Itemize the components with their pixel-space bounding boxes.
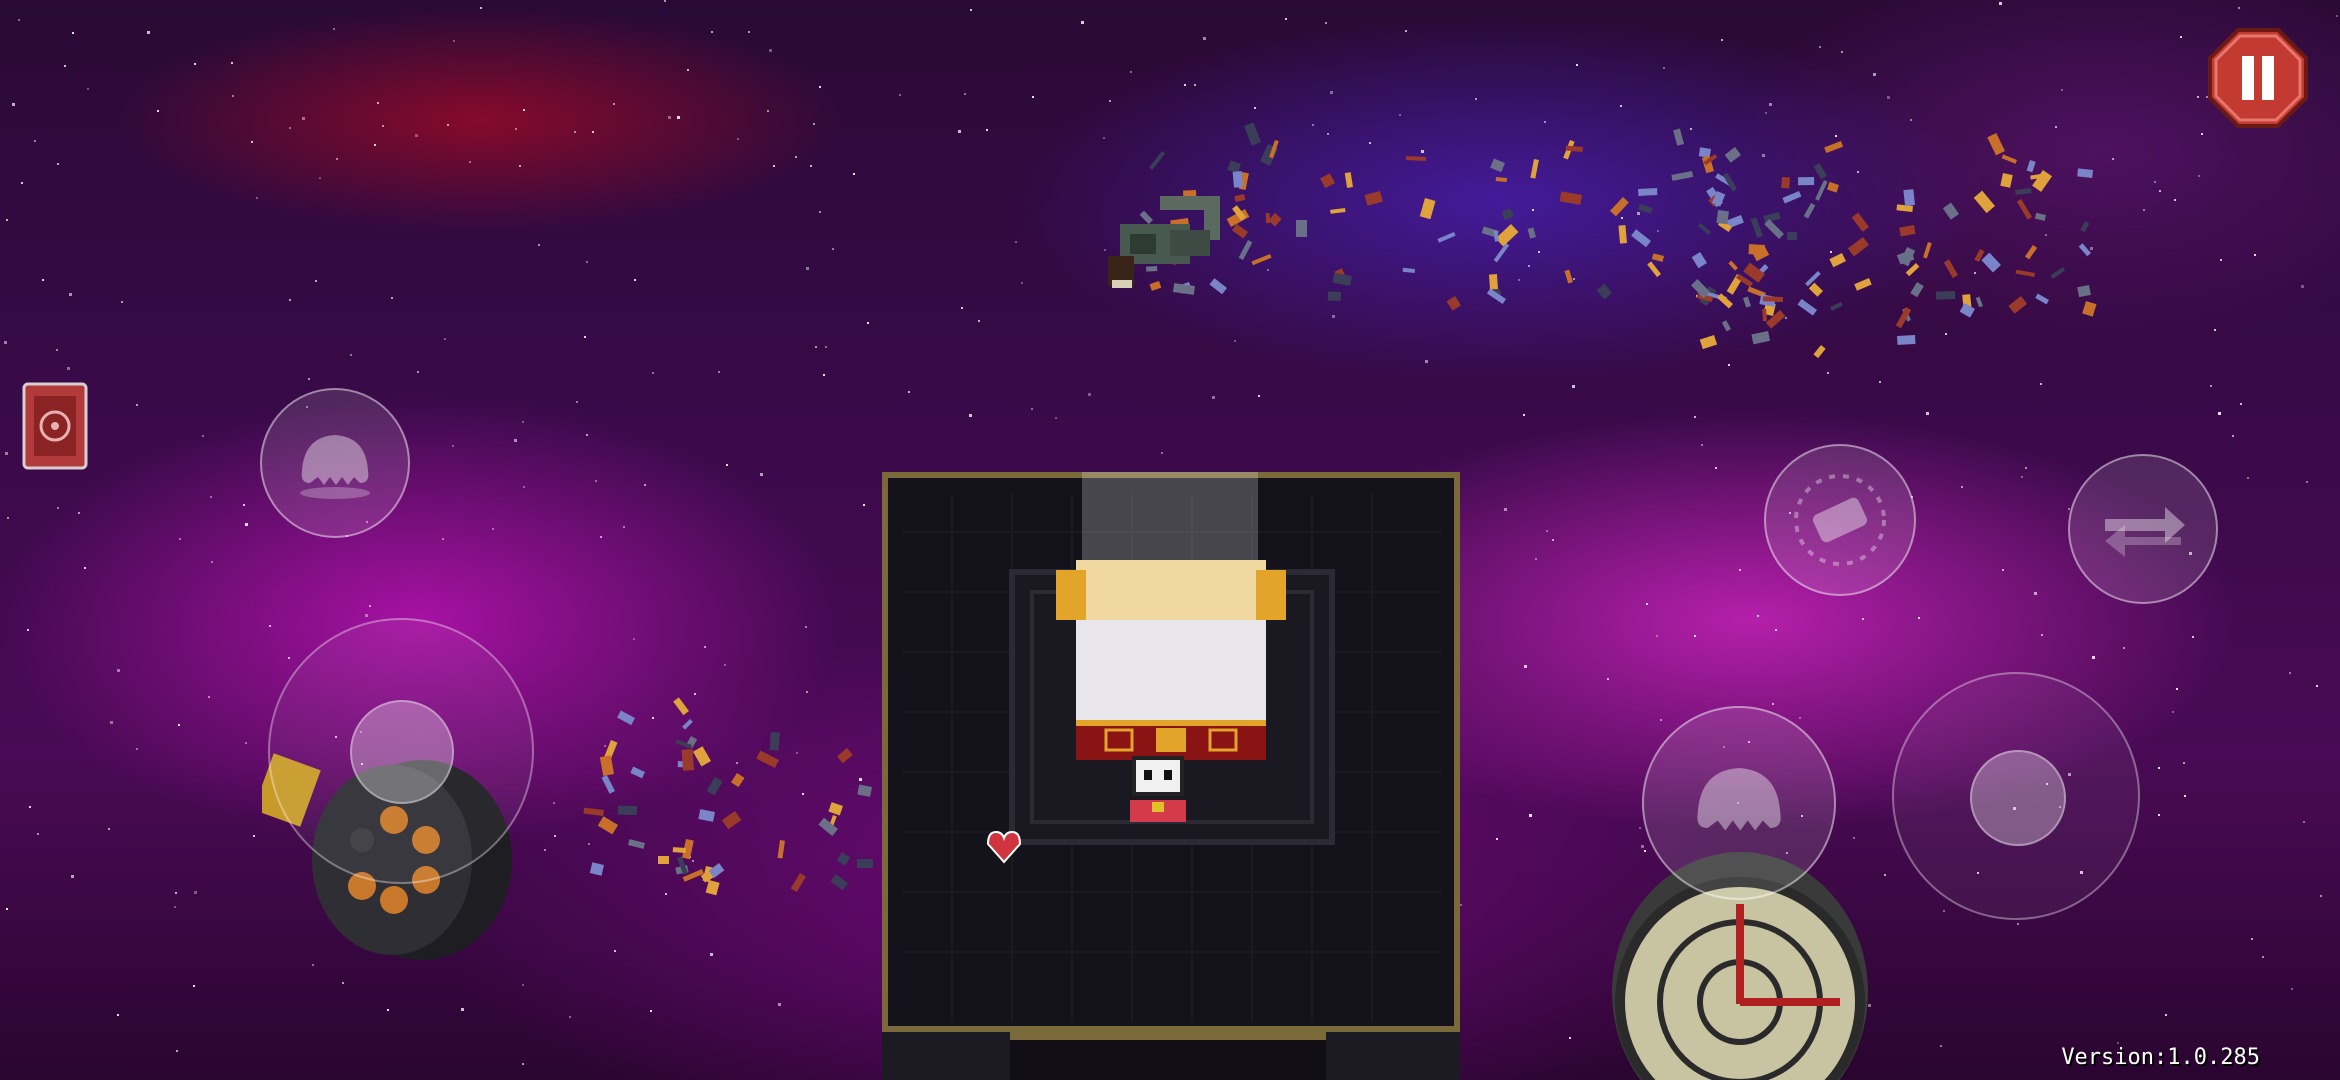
- move-joystick[interactable]: [268, 618, 534, 884]
- swap-weapon-icon: [2105, 507, 2185, 557]
- reload-gun-icon: [1794, 474, 1886, 566]
- floating-gun-sprite: [1108, 196, 1220, 288]
- version-label: Version:1.0.285: [2061, 1045, 2260, 1070]
- player-character: [1130, 756, 1186, 822]
- aim-joystick-knob[interactable]: [1970, 750, 2066, 846]
- use-item-button[interactable]: [1642, 706, 1836, 900]
- pause-button[interactable]: [2208, 28, 2308, 128]
- ghost-blank-icon: [1697, 768, 1781, 831]
- swap-weapon-button[interactable]: [2068, 454, 2218, 604]
- open-treasure-chest[interactable]: [1046, 550, 1296, 770]
- book-item-icon[interactable]: [22, 382, 88, 470]
- heart-pickup[interactable]: [986, 830, 1022, 864]
- game-viewport: Version:1.0.285: [0, 0, 2340, 1080]
- blank-button[interactable]: [260, 388, 410, 538]
- aim-joystick[interactable]: [1892, 672, 2140, 920]
- ghost-blank-icon: [300, 435, 370, 499]
- move-joystick-knob[interactable]: [350, 700, 454, 804]
- reload-button[interactable]: [1764, 444, 1916, 596]
